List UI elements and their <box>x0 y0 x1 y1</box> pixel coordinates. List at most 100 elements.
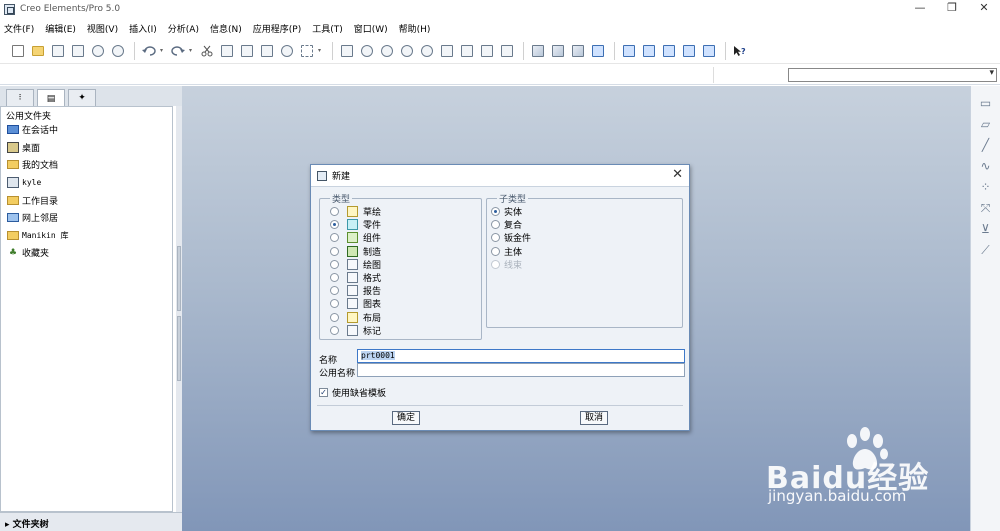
radio-solid[interactable] <box>491 207 500 216</box>
type-option-drawing[interactable]: 绘图 <box>330 258 381 271</box>
radio-sketch[interactable] <box>330 207 339 216</box>
orient-icon[interactable] <box>378 42 396 60</box>
undo-icon[interactable] <box>140 42 158 60</box>
folder-item-network[interactable]: 网上邻居 <box>1 209 172 227</box>
folder-item-favorites[interactable]: ♣ 收藏夹 <box>1 244 172 262</box>
redo-dropdown-icon[interactable]: ▾ <box>189 47 195 54</box>
annotations-icon[interactable] <box>700 42 718 60</box>
layers-icon[interactable] <box>498 42 516 60</box>
navigator-splitter[interactable] <box>176 106 182 512</box>
favorites-tab-icon[interactable]: ✦ <box>68 89 96 106</box>
subtype-option-solid[interactable]: 实体 <box>491 205 522 218</box>
zoom-in-icon[interactable] <box>398 42 416 60</box>
type-option-manufacturing[interactable]: 制造 <box>330 245 381 258</box>
datum-planes-icon[interactable] <box>620 42 638 60</box>
save-copy-icon[interactable] <box>109 42 127 60</box>
folder-item-my-documents[interactable]: 我的文档 <box>1 156 172 174</box>
splitter-grip-lower[interactable] <box>177 316 181 381</box>
shading-icon[interactable] <box>589 42 607 60</box>
find-icon[interactable] <box>278 42 296 60</box>
use-default-template-checkbox[interactable]: ✓ <box>319 388 328 397</box>
use-default-template-option[interactable]: ✓ 使用缺省模板 <box>319 386 386 399</box>
reorient-icon[interactable] <box>458 42 476 60</box>
new-file-icon[interactable] <box>9 42 27 60</box>
cut-icon[interactable] <box>198 42 216 60</box>
restore-button[interactable]: ❐ <box>936 0 968 18</box>
datum-axes-icon[interactable] <box>640 42 658 60</box>
spin-center-icon[interactable] <box>358 42 376 60</box>
folder-item-manikin-library[interactable]: Manikin 库 <box>1 227 172 245</box>
radio-markup[interactable] <box>330 325 339 335</box>
curve-tool-icon[interactable]: ∿ <box>979 159 993 173</box>
radio-diagram[interactable] <box>330 299 339 309</box>
zoom-out-icon[interactable] <box>418 42 436 60</box>
radio-composite[interactable] <box>491 220 500 230</box>
menu-applications[interactable]: 应用程序(P) <box>253 22 301 35</box>
common-name-input[interactable] <box>357 363 685 377</box>
radio-layout[interactable] <box>330 312 339 322</box>
cancel-button[interactable]: 取消 <box>580 411 608 425</box>
splitter-grip-upper[interactable] <box>177 246 181 311</box>
whats-this-icon[interactable]: ? <box>731 42 749 60</box>
analysis-tool-icon[interactable]: ⊻ <box>979 222 993 236</box>
type-option-assembly[interactable]: 组件 <box>330 231 381 244</box>
folder-browser-tab-icon[interactable]: ▤ <box>37 89 65 107</box>
plane-tool-icon[interactable]: ▱ <box>979 117 993 131</box>
subtype-option-bulk[interactable]: 主体 <box>491 245 522 258</box>
axis-tool-icon[interactable]: ╱ <box>979 138 993 152</box>
close-button[interactable]: ✕ <box>968 0 1000 18</box>
radio-bulk[interactable] <box>491 246 500 256</box>
model-tree-tab-icon[interactable]: ⁝ <box>6 89 34 106</box>
sketch-tool-icon[interactable]: ⟋ <box>979 243 993 257</box>
refit-icon[interactable] <box>438 42 456 60</box>
radio-report[interactable] <box>330 286 339 296</box>
type-option-report[interactable]: 报告 <box>330 284 381 297</box>
copy-icon[interactable] <box>218 42 236 60</box>
open-folder-icon[interactable] <box>29 42 47 60</box>
undo-dropdown-icon[interactable]: ▾ <box>160 47 166 54</box>
select-box-icon[interactable] <box>298 42 316 60</box>
menu-file[interactable]: 文件(F) <box>4 22 34 35</box>
menu-edit[interactable]: 编辑(E) <box>45 22 76 35</box>
folder-item-in-session[interactable]: 在会话中 <box>1 121 172 139</box>
csys-tool-icon[interactable]: ⤧ <box>979 201 993 215</box>
radio-part[interactable] <box>330 220 339 230</box>
folder-item-working-directory[interactable]: 工作目录 <box>1 191 172 209</box>
datum-points-icon[interactable] <box>660 42 678 60</box>
send-email-icon[interactable] <box>89 42 107 60</box>
radio-manufacturing[interactable] <box>330 246 339 256</box>
folder-item-desktop[interactable]: 桌面 <box>1 139 172 157</box>
no-hidden-icon[interactable] <box>569 42 587 60</box>
dialog-close-icon[interactable]: ✕ <box>672 168 683 182</box>
type-option-part[interactable]: 零件 <box>330 218 381 231</box>
menu-window[interactable]: 窗口(W) <box>354 22 388 35</box>
menu-help[interactable]: 帮助(H) <box>399 22 431 35</box>
menu-info[interactable]: 信息(N) <box>210 22 242 35</box>
repaint-icon[interactable] <box>338 42 356 60</box>
paste-icon[interactable] <box>238 42 256 60</box>
subtype-option-sheetmetal[interactable]: 钣金件 <box>491 231 531 244</box>
hidden-line-icon[interactable] <box>549 42 567 60</box>
radio-drawing[interactable] <box>330 259 339 269</box>
menu-view[interactable]: 视图(V) <box>87 22 118 35</box>
redo-icon[interactable] <box>169 42 187 60</box>
point-tool-icon[interactable]: ⁘ <box>979 180 993 194</box>
paste-special-icon[interactable] <box>258 42 276 60</box>
subtype-option-composite[interactable]: 复合 <box>491 218 522 231</box>
datum-plane-tool-icon[interactable]: ▭ <box>979 96 993 110</box>
select-dropdown-icon[interactable]: ▾ <box>318 47 324 54</box>
coord-sys-icon[interactable] <box>680 42 698 60</box>
ok-button[interactable]: 确定 <box>392 411 420 425</box>
type-option-layout[interactable]: 布局 <box>330 311 381 324</box>
radio-sheetmetal[interactable] <box>491 233 500 243</box>
type-option-format[interactable]: 格式 <box>330 271 381 284</box>
folder-item-kyle[interactable]: kyle <box>1 174 172 192</box>
type-option-diagram[interactable]: 图表 <box>330 297 381 310</box>
save-icon[interactable] <box>49 42 67 60</box>
menu-insert[interactable]: 插入(I) <box>129 22 157 35</box>
radio-format[interactable] <box>330 273 339 282</box>
wireframe-icon[interactable] <box>529 42 547 60</box>
radio-assembly[interactable] <box>330 233 339 243</box>
minimize-button[interactable]: — <box>904 0 936 18</box>
menu-tools[interactable]: 工具(T) <box>312 22 343 35</box>
